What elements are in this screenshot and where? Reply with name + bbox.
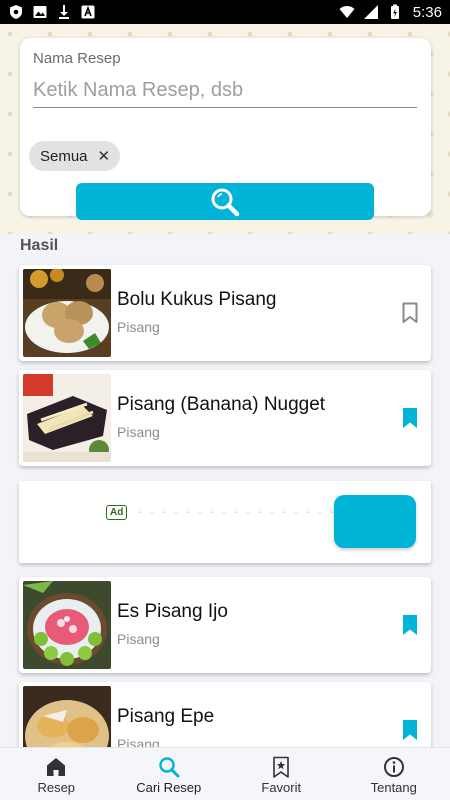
recipe-category: Pisang bbox=[117, 424, 160, 440]
signal-icon bbox=[363, 5, 378, 19]
bookmark-filled-icon[interactable] bbox=[402, 719, 418, 741]
battery-icon bbox=[390, 4, 399, 19]
category-chip[interactable]: Semua ✕ bbox=[29, 141, 121, 171]
bottom-navigation: Resep Cari Resep Favorit Tentang bbox=[0, 747, 450, 800]
app-a-icon bbox=[81, 5, 95, 19]
search-button[interactable] bbox=[76, 183, 374, 220]
ad-badge: Ad bbox=[106, 505, 128, 520]
nav-item-favorit[interactable]: Favorit bbox=[225, 748, 338, 800]
recipe-card[interactable]: Pisang (Banana) Nugget Pisang bbox=[19, 370, 431, 466]
image-icon bbox=[33, 6, 47, 18]
search-background: Nama Resep Semua ✕ bbox=[0, 24, 450, 234]
recipe-title: Bolu Kukus Pisang bbox=[117, 289, 277, 310]
results-heading: Hasil bbox=[20, 237, 59, 254]
status-bar: 5:36 bbox=[0, 0, 450, 24]
bookmark-star-icon bbox=[273, 756, 290, 778]
recipe-card[interactable]: Es Pisang Ijo Pisang bbox=[19, 577, 431, 673]
ad-cta-button[interactable] bbox=[334, 495, 416, 548]
search-icon bbox=[159, 757, 180, 778]
recipe-title: Pisang (Banana) Nugget bbox=[117, 394, 326, 415]
ad-banner[interactable]: Ad bbox=[19, 481, 431, 563]
search-card: Nama Resep Semua ✕ bbox=[20, 38, 431, 220]
bookmark-filled-icon[interactable] bbox=[402, 407, 418, 429]
download-icon bbox=[59, 5, 69, 19]
recipe-name-label: Nama Resep bbox=[33, 50, 121, 67]
recipe-card[interactable]: Bolu Kukus Pisang Pisang bbox=[19, 265, 431, 361]
wifi-icon bbox=[339, 6, 355, 18]
recipe-category: Pisang bbox=[117, 631, 160, 647]
close-icon[interactable]: ✕ bbox=[98, 149, 111, 164]
search-icon bbox=[211, 188, 240, 216]
recipe-title: Es Pisang Ijo bbox=[117, 601, 228, 622]
nav-item-resep[interactable]: Resep bbox=[0, 748, 113, 800]
status-left-icons bbox=[8, 4, 96, 20]
nav-label: Resep bbox=[37, 780, 76, 795]
category-chip-label: Semua bbox=[40, 147, 88, 165]
nav-label: Cari Resep bbox=[136, 780, 202, 795]
status-time: 5:36 bbox=[412, 3, 442, 21]
recipe-thumbnail bbox=[23, 269, 111, 357]
info-icon bbox=[383, 757, 404, 777]
recipe-search-input[interactable] bbox=[33, 74, 417, 108]
bookmark-outline-icon[interactable] bbox=[402, 302, 418, 324]
nav-label: Favorit bbox=[261, 780, 302, 795]
recipe-title: Pisang Epe bbox=[117, 706, 215, 727]
ad-placeholder-line bbox=[134, 511, 334, 513]
recipe-thumbnail bbox=[23, 581, 111, 669]
nav-item-tentang[interactable]: Tentang bbox=[338, 748, 450, 800]
recipe-thumbnail bbox=[23, 374, 111, 462]
shield-icon bbox=[10, 5, 22, 19]
bookmark-filled-icon[interactable] bbox=[402, 614, 418, 636]
recipe-category: Pisang bbox=[117, 319, 160, 335]
nav-label: Tentang bbox=[370, 780, 417, 795]
nav-item-cari-resep[interactable]: Cari Resep bbox=[113, 748, 226, 800]
status-right-icons: 5:36 bbox=[339, 4, 442, 21]
home-icon bbox=[47, 758, 66, 776]
